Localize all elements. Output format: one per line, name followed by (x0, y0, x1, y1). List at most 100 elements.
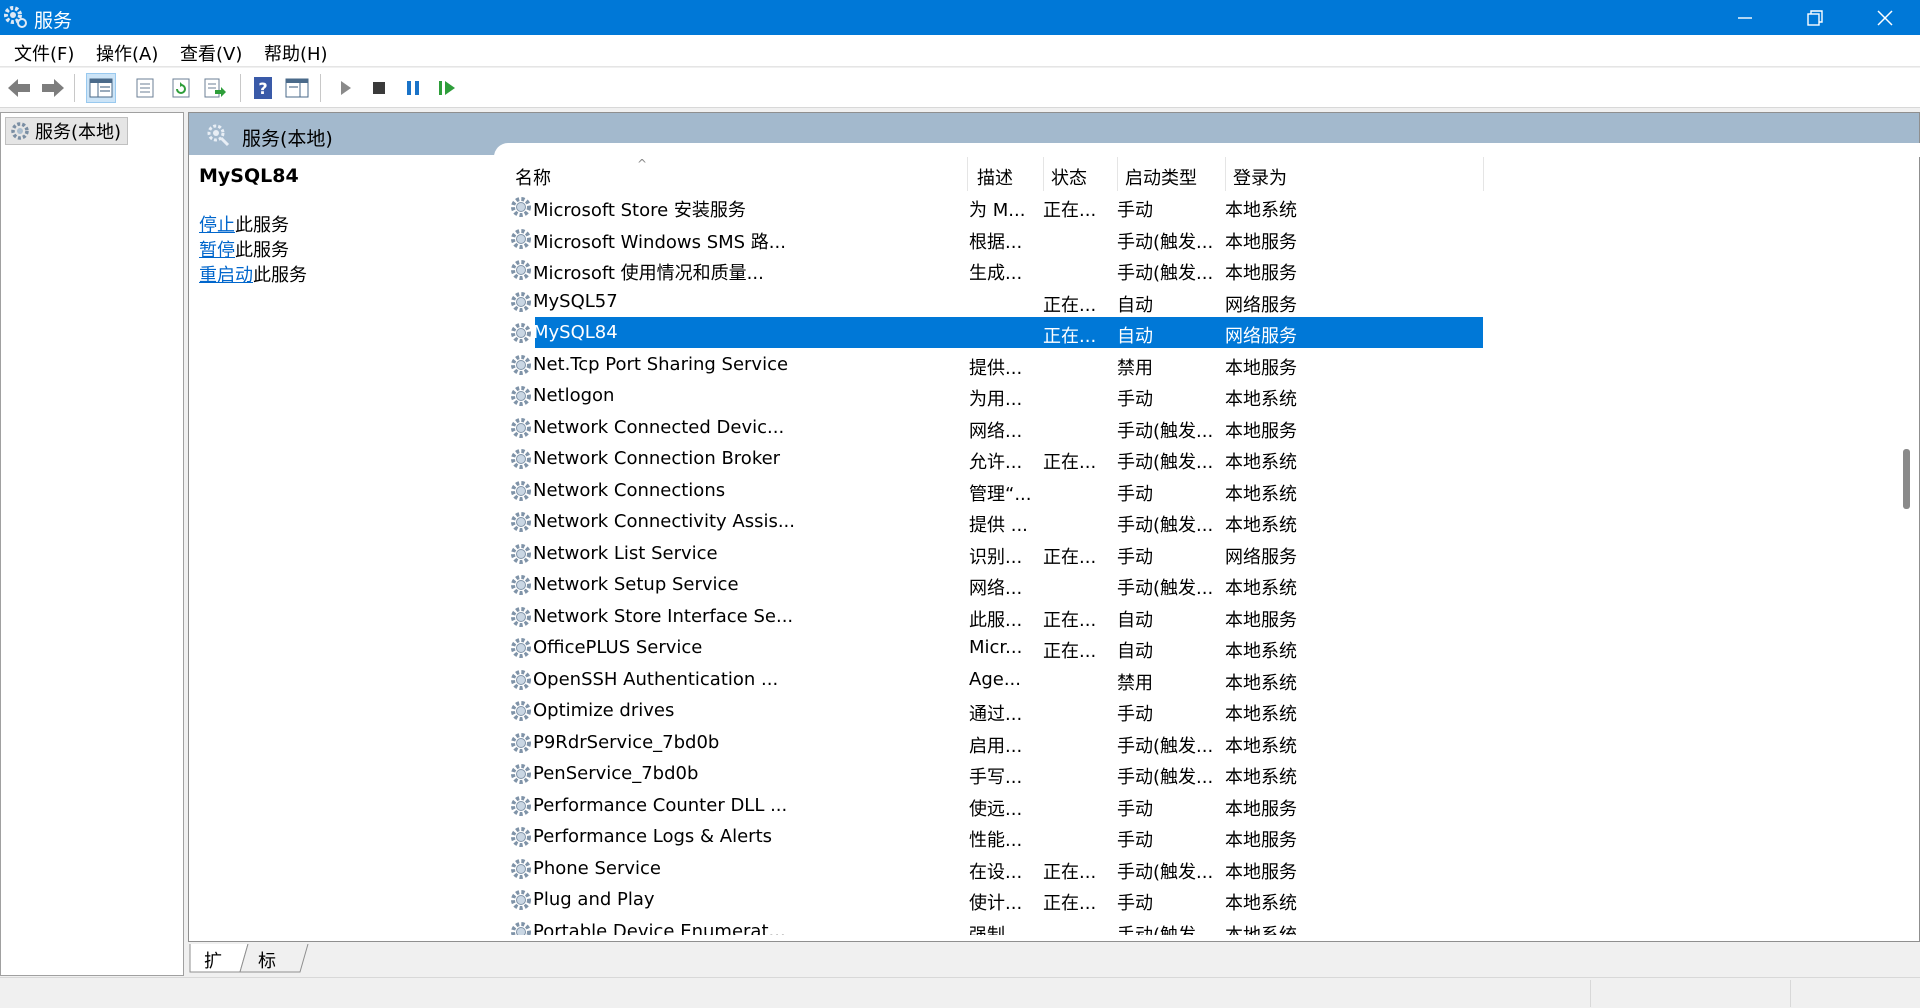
cell-description: 使远... (969, 798, 1023, 820)
column-header-log-on-as[interactable]: 登录为 (1233, 164, 1287, 190)
show-hide-action-pane-button[interactable] (282, 73, 312, 103)
table-row[interactable]: Network Connected Devic... 网络... 手动(触发... 本… (507, 412, 1687, 444)
close-button[interactable] (1850, 0, 1920, 35)
table-row[interactable]: Microsoft Store 安装服务 为 M... 正在... 手动 本地系统 (507, 191, 1687, 223)
table-row[interactable]: MySQL84 正在... 自动 网络服务 (507, 317, 1687, 349)
close-icon (1877, 9, 1893, 26)
table-row[interactable]: Network Connections 管理“... 手动 本地系统 (507, 475, 1687, 507)
cell-startup-type: 自动 (1117, 609, 1153, 631)
column-header-description[interactable]: 描述 (977, 164, 1013, 190)
menu-action[interactable]: 操作(A) (92, 40, 162, 66)
service-gear-icon (511, 795, 531, 816)
column-header-name[interactable]: 名称 (515, 164, 551, 190)
cell-name: Network List Service (533, 542, 718, 564)
cell-startup-type: 手动 (1117, 389, 1153, 410)
help-button[interactable]: ? (248, 73, 278, 103)
table-row[interactable]: Netlogon 为用... 手动 本地系统 (507, 380, 1687, 412)
minimize-icon (1738, 16, 1752, 19)
table-row[interactable]: Network Store Interface Se... 此服... 正在... 自… (507, 601, 1687, 633)
cell-name: Network Connectivity Assis... (533, 511, 796, 532)
cell-log-on-as: 网络服务 (1225, 294, 1297, 316)
action-suffix: 此服务 (253, 265, 307, 286)
table-row[interactable]: MySQL57 正在... 自动 网络服务 (507, 286, 1687, 318)
cell-log-on-as: 本地服务 (1225, 263, 1297, 284)
service-gear-icon (511, 291, 531, 312)
table-row[interactable]: Network Connection Broker 允许... 正在... 手动(触发… (507, 443, 1687, 475)
column-header-startup-type[interactable]: 启动类型 (1125, 164, 1197, 190)
status-bar (0, 977, 1920, 1008)
forward-button[interactable] (38, 73, 68, 103)
vertical-scrollbar-thumb[interactable] (1903, 449, 1910, 509)
refresh-button[interactable] (166, 73, 196, 103)
column-header-status[interactable]: 状态 (1051, 164, 1087, 190)
export-list-button[interactable] (200, 73, 230, 103)
action-restart: 重启动此服务 (199, 263, 479, 288)
table-row[interactable]: Network List Service 识别... 正在... 手动 网络服务 (507, 538, 1687, 570)
table-row[interactable]: Microsoft Windows SMS 路... 根据... 手动(触发... 本… (507, 223, 1687, 255)
table-row[interactable]: PenService_7bd0b 手写... 手动(触发... 本地系统 (507, 758, 1687, 790)
service-gear-icon (511, 197, 531, 217)
table-row[interactable]: Microsoft 使用情况和质量... 生成... 手动(触发... 本地服务 (507, 254, 1687, 286)
table-row[interactable]: P9RdrService_7bd0b 启用... 手动(触发... 本地系统 (507, 727, 1687, 759)
resume-service-button[interactable] (432, 73, 462, 103)
pause-service-icon (407, 81, 419, 95)
table-row[interactable]: Performance Counter DLL ... 使远... 手动 本地服务 (507, 790, 1687, 822)
service-gear-icon (511, 480, 531, 501)
action-suffix: 此服务 (235, 215, 289, 236)
stop-service-button[interactable] (364, 73, 394, 103)
cell-description: 为 M... (969, 200, 1026, 221)
cell-log-on-as: 本地系统 (1225, 924, 1297, 936)
cell-log-on-as: 本地服务 (1225, 420, 1297, 442)
tab-extended[interactable]: 扩展 (194, 944, 232, 998)
menu-view[interactable]: 查看(V) (176, 40, 246, 66)
restart-link[interactable]: 重启动 (199, 265, 253, 286)
minimize-button[interactable] (1710, 0, 1780, 35)
cell-name: Phone Service (533, 857, 662, 879)
cell-description: 手写... (969, 767, 1023, 788)
cell-startup-type: 自动 (1117, 326, 1153, 347)
cell-status: 正在... (1043, 200, 1097, 221)
cell-description: 此服... (969, 609, 1023, 631)
stop-link[interactable]: 停止 (199, 215, 235, 236)
export-list-icon (204, 78, 226, 98)
cell-log-on-as: 网络服务 (1225, 326, 1297, 347)
table-row[interactable]: Plug and Play 使计... 正在... 手动 本地系统 (507, 884, 1687, 916)
service-description-pane: MySQL84 停止此服务 暂停此服务 重启动此服务 (199, 165, 479, 288)
table-row[interactable]: Optimize drives 通过... 手动 本地系统 (507, 695, 1687, 727)
pause-link[interactable]: 暂停 (199, 240, 235, 261)
table-row[interactable]: Network Connectivity Assis... 提供 ... 手动(触发… (507, 506, 1687, 538)
cell-status: 正在... (1043, 326, 1097, 347)
service-gear-icon (511, 921, 531, 935)
restore-button[interactable] (1780, 0, 1850, 35)
cell-description: 在设... (969, 861, 1023, 883)
cell-name: Performance Counter DLL ... (533, 794, 788, 816)
show-console-tree-button[interactable] (86, 73, 116, 103)
svg-text:?: ? (258, 79, 267, 98)
tab-standard[interactable]: 标准 (248, 944, 286, 998)
tree-item-services-local[interactable]: 服务(本地) (5, 117, 129, 145)
cell-status: 正在... (1043, 861, 1097, 883)
table-row[interactable]: Network Setup Service 网络... 手动(触发... 本地系统 (507, 569, 1687, 601)
cell-log-on-as: 本地服务 (1225, 861, 1297, 883)
table-row[interactable]: Phone Service 在设... 正在... 手动(触发... 本地服务 (507, 853, 1687, 885)
back-button[interactable] (4, 73, 34, 103)
table-row[interactable]: OfficePLUS Service Micr... 正在... 自动 本地系统 (507, 632, 1687, 664)
cell-status: 正在... (1043, 294, 1097, 316)
menu-help[interactable]: 帮助(H) (260, 40, 332, 66)
cell-startup-type: 手动 (1117, 200, 1153, 221)
cell-log-on-as: 本地服务 (1225, 609, 1297, 631)
pause-service-button[interactable] (398, 73, 428, 103)
start-service-button[interactable] (330, 73, 360, 103)
table-body: Microsoft Store 安装服务为 M... 正在... 手动 本地系统 Mic… (507, 191, 1687, 935)
cell-description: 网络... (969, 420, 1023, 442)
action-stop: 停止此服务 (199, 213, 479, 238)
menu-file[interactable]: 文件(F) (10, 40, 78, 66)
table-row[interactable]: Net.Tcp Port Sharing Service 提供... 禁用 本地服务 (507, 349, 1687, 381)
table-row[interactable]: Performance Logs & Alerts 性能... 手动 本地服务 (507, 821, 1687, 853)
cell-name: Network Store Interface Se... (533, 605, 794, 627)
cell-description: 管理“... (969, 483, 1032, 505)
properties-button[interactable] (130, 73, 160, 103)
table-row[interactable]: Portable Device Enumerat... 强制... 手动(触发...… (507, 916, 1687, 936)
table-row[interactable]: OpenSSH Authentication ... Age... 禁用 本地系统 (507, 664, 1687, 696)
cell-startup-type: 手动(触发... (1117, 263, 1213, 284)
